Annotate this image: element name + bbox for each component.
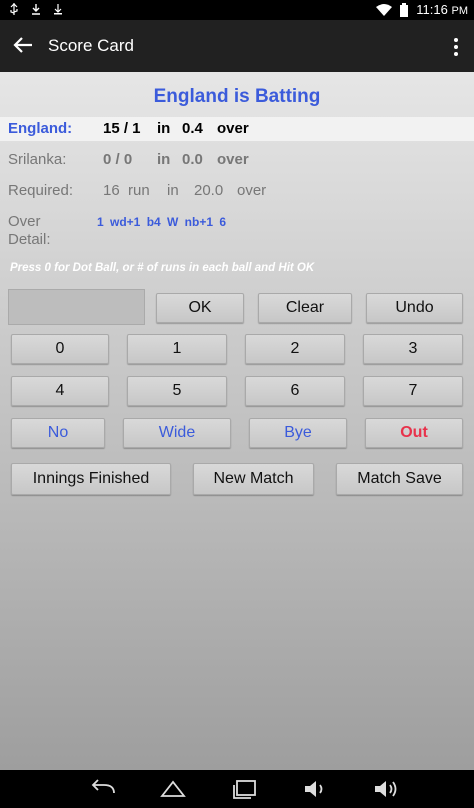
status-bar: 11:16 PM [0,0,474,20]
wifi-icon [376,3,393,16]
run-0-button[interactable]: 0 [11,334,109,364]
required-runs: 16 [103,182,120,199]
notification-icon [54,4,62,15]
navigation-bar [0,770,474,808]
bowling-over-label: over [217,151,249,168]
back-nav-icon[interactable] [88,778,118,800]
bowling-in-label: in [157,151,171,168]
bye-button[interactable]: Bye [249,418,347,448]
undo-button[interactable]: Undo [366,293,463,323]
no-ball-button[interactable]: No [11,418,105,448]
required-over-label: over [237,182,267,199]
download-icon [32,4,40,15]
required-label: Required: [8,182,74,199]
bowling-overs: 0.0 [182,151,203,168]
batting-team-row: England: 15 / 1 in 0.4 over [0,117,474,141]
batting-score: 15 / 1 [103,120,141,137]
batting-over-label: over [217,120,249,137]
run-6-button[interactable]: 6 [245,376,345,406]
out-button[interactable]: Out [365,418,463,448]
run-5-button[interactable]: 5 [127,376,227,406]
status-time: 11:16 PM [416,2,468,17]
required-row: Required: 16 run in 20.0 over [0,182,474,202]
required-overs: 20.0 [194,182,224,199]
score-card-content: England is Batting England: 15 / 1 in 0.… [0,72,474,770]
match-save-button[interactable]: Match Save [336,463,463,495]
overflow-menu-icon[interactable] [448,36,464,58]
run-7-button[interactable]: 7 [363,376,463,406]
usb-icon [10,3,18,15]
action-bar: Score Card [0,20,474,72]
run-2-button[interactable]: 2 [245,334,345,364]
batting-team-name: England: [8,120,73,137]
batting-overs: 0.4 [182,120,203,137]
battery-icon [400,2,409,17]
instruction-hint: Press 0 for Dot Ball, or # of runs in ea… [10,262,315,274]
required-in-label: in [167,182,179,199]
volume-up-icon[interactable] [372,778,402,800]
home-nav-icon[interactable] [158,778,188,800]
run-4-button[interactable]: 4 [11,376,109,406]
required-run-label: run [128,182,150,199]
volume-down-icon[interactable] [302,778,332,800]
batting-title: England is Batting [153,86,321,107]
run-1-button[interactable]: 1 [127,334,227,364]
back-arrow-icon[interactable] [12,34,34,56]
bowling-team-name: Srilanka: [8,151,67,168]
over-detail-label: Over Detail: [8,213,51,248]
batting-in-label: in [157,120,171,137]
bowling-score: 0 / 0 [103,151,133,168]
screen-title: Score Card [48,36,134,55]
runs-entry-field[interactable] [8,289,145,325]
bowling-team-row: Srilanka: 0 / 0 in 0.0 over [0,151,474,171]
recent-apps-icon[interactable] [230,778,260,800]
innings-finished-button[interactable]: Innings Finished [11,463,171,495]
clear-button[interactable]: Clear [258,293,352,323]
ok-button[interactable]: OK [156,293,244,323]
wide-button[interactable]: Wide [123,418,231,448]
new-match-button[interactable]: New Match [193,463,314,495]
run-3-button[interactable]: 3 [363,334,463,364]
over-detail-balls: 1 wd+1 b4 W nb+1 6 [97,215,227,229]
